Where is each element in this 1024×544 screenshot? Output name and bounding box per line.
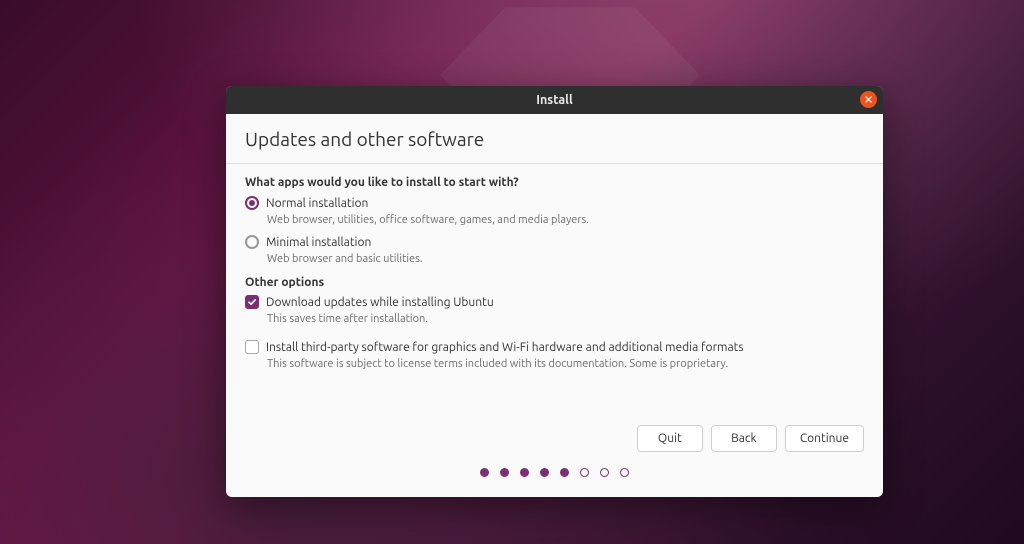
download-updates-desc: This saves time after installation. xyxy=(267,313,864,325)
close-icon xyxy=(864,93,873,107)
continue-button[interactable]: Continue xyxy=(785,425,864,452)
button-row: Quit Back Continue xyxy=(245,425,864,458)
divider xyxy=(226,163,883,164)
radio-minimal-installation[interactable]: Minimal installation xyxy=(245,235,864,249)
progress-dot xyxy=(540,468,549,477)
minimal-installation-desc: Web browser and basic utilities. xyxy=(267,253,864,265)
close-button[interactable] xyxy=(860,91,877,108)
checkbox-icon xyxy=(245,295,259,309)
window-title: Install xyxy=(536,93,573,107)
progress-dot xyxy=(500,468,509,477)
titlebar: Install xyxy=(226,86,883,114)
progress-dot xyxy=(560,468,569,477)
install-dialog: Install Updates and other software What … xyxy=(226,86,883,497)
radio-label: Normal installation xyxy=(266,197,368,210)
radio-label: Minimal installation xyxy=(266,236,371,249)
radio-normal-installation[interactable]: Normal installation xyxy=(245,196,864,210)
progress-dot xyxy=(620,468,629,477)
progress-dot xyxy=(520,468,529,477)
install-question: What apps would you like to install to s… xyxy=(245,176,864,189)
quit-button[interactable]: Quit xyxy=(637,425,703,452)
checkbox-label: Download updates while installing Ubuntu xyxy=(266,296,494,309)
radio-icon xyxy=(245,235,259,249)
page-title: Updates and other software xyxy=(245,128,864,150)
other-options-heading: Other options xyxy=(245,276,864,289)
progress-dots xyxy=(245,458,864,487)
dialog-content: Updates and other software What apps wou… xyxy=(226,114,883,497)
checkbox-download-updates[interactable]: Download updates while installing Ubuntu xyxy=(245,295,864,309)
radio-icon xyxy=(245,196,259,210)
normal-installation-desc: Web browser, utilities, office software,… xyxy=(267,214,864,226)
checkbox-label: Install third-party software for graphic… xyxy=(266,341,744,354)
checkbox-third-party[interactable]: Install third-party software for graphic… xyxy=(245,340,864,354)
third-party-desc: This software is subject to license term… xyxy=(267,358,864,370)
progress-dot xyxy=(600,468,609,477)
progress-dot xyxy=(480,468,489,477)
back-button[interactable]: Back xyxy=(711,425,777,452)
progress-dot xyxy=(580,468,589,477)
checkbox-icon xyxy=(245,340,259,354)
